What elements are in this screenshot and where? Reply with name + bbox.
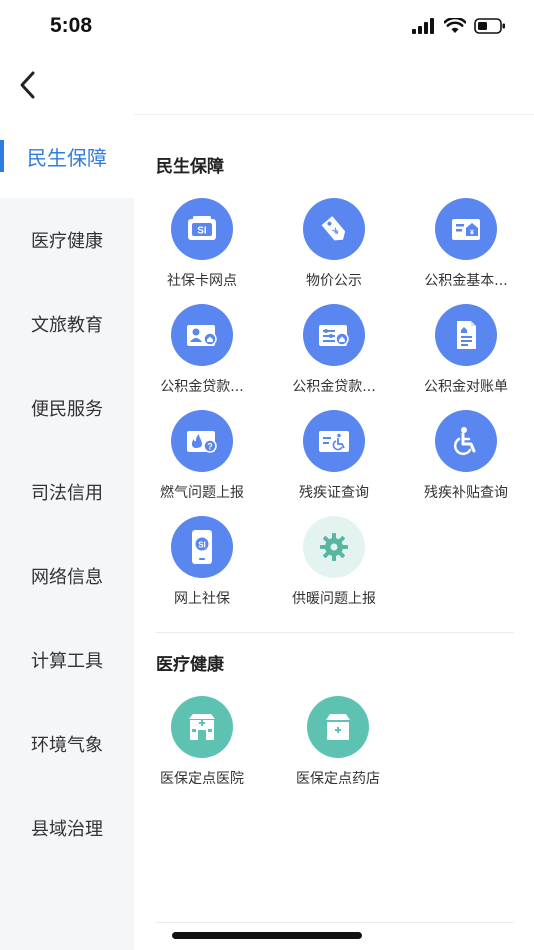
tile-label: 社保卡网点 — [167, 273, 237, 289]
fund-statement-icon — [435, 304, 497, 366]
wheelchair-icon — [435, 410, 497, 472]
social-security-card-icon: SI — [171, 198, 233, 260]
sidebar-item-county-governance[interactable]: 县域治理 — [0, 786, 134, 870]
section-title-medical: 医疗健康 — [156, 655, 224, 675]
tile-label: 网上社保 — [174, 591, 230, 607]
tile-fund-loan-1[interactable]: 公积金贷款... — [134, 304, 270, 396]
svg-text:¥: ¥ — [470, 230, 474, 237]
svg-text:?: ? — [207, 442, 213, 452]
home-indicator[interactable] — [172, 932, 362, 939]
section-title-livelihood: 民生保障 — [156, 157, 224, 177]
sidebar-item-judicial-credit[interactable]: 司法信用 — [0, 450, 134, 534]
tile-insured-pharmacy[interactable]: 医保定点药店 — [270, 696, 406, 788]
tile-fund-basic[interactable]: ¥ 公积金基本... — [398, 198, 534, 290]
tile-label: 医保定点药店 — [296, 771, 380, 787]
tile-fund-statement[interactable]: 公积金对账单 — [398, 304, 534, 396]
section-divider — [156, 632, 514, 633]
tile-disability-subsidy-query[interactable]: 残疾补贴查询 — [398, 410, 534, 502]
sidebar-item-livelihood[interactable]: 民生保障 — [0, 114, 134, 198]
tile-label: 供暖问题上报 — [292, 591, 376, 607]
tile-price-notice[interactable]: ¥ 物价公示 — [266, 198, 402, 290]
sidebar-item-convenience[interactable]: 便民服务 — [0, 366, 134, 450]
tile-label: 物价公示 — [306, 273, 362, 289]
tile-social-security-outlets[interactable]: SI 社保卡网点 — [134, 198, 270, 290]
status-bar: 5:08 — [0, 0, 534, 56]
tile-fund-loan-2[interactable]: 公积金贷款... — [266, 304, 402, 396]
nav-bar — [0, 56, 534, 115]
sidebar-item-network-info[interactable]: 网络信息 — [0, 534, 134, 618]
tile-label: 燃气问题上报 — [160, 485, 244, 501]
tile-label: 公积金贷款... — [160, 379, 244, 395]
tile-label: 公积金基本... — [424, 273, 508, 289]
disability-card-icon — [303, 410, 365, 472]
sidebar-item-calc-tools[interactable]: 计算工具 — [0, 618, 134, 702]
mobile-social-security-icon: SI — [171, 516, 233, 578]
svg-text:SI: SI — [198, 541, 206, 550]
bottom-divider — [156, 922, 514, 923]
tile-label: 残疾补贴查询 — [424, 485, 508, 501]
tile-insured-hospital[interactable]: 医保定点医院 — [134, 696, 270, 788]
category-sidebar: 民生保障 医疗健康 文旅教育 便民服务 司法信用 网络信息 计算工具 环境气象 … — [0, 114, 134, 950]
cellular-signal-icon — [412, 18, 434, 34]
svg-text:SI: SI — [197, 226, 207, 237]
fund-loan-settings-icon — [303, 304, 365, 366]
sidebar-item-medical[interactable]: 医疗健康 — [0, 198, 134, 282]
back-button[interactable] — [14, 68, 44, 102]
tile-label: 残疾证查询 — [299, 485, 369, 501]
tile-online-social-security[interactable]: SI 网上社保 — [134, 516, 270, 608]
battery-icon — [474, 18, 505, 34]
fund-info-card-icon: ¥ — [435, 198, 497, 260]
fund-loan-person-icon — [171, 304, 233, 366]
wifi-icon — [444, 18, 466, 33]
tile-disability-card-query[interactable]: 残疾证查询 — [266, 410, 402, 502]
tile-gas-report[interactable]: ? 燃气问题上报 — [134, 410, 270, 502]
tile-label: 公积金贷款... — [292, 379, 376, 395]
gas-question-icon: ? — [171, 410, 233, 472]
chevron-left-icon — [20, 71, 35, 99]
tile-label: 公积金对账单 — [424, 379, 508, 395]
price-tag-icon: ¥ — [303, 198, 365, 260]
status-icons — [412, 18, 506, 34]
hospital-icon — [171, 696, 233, 758]
sidebar-item-environment-weather[interactable]: 环境气象 — [0, 702, 134, 786]
pharmacy-icon — [307, 696, 369, 758]
status-time: 5:08 — [50, 14, 93, 37]
tile-label: 医保定点医院 — [160, 771, 244, 787]
gear-icon — [303, 516, 365, 578]
service-content: 民生保障 SI 社保卡网点 ¥ 物价公示 ¥ 公积金基本... 公积金贷款...… — [134, 114, 534, 950]
sidebar-item-culture-education[interactable]: 文旅教育 — [0, 282, 134, 366]
tile-heating-report[interactable]: 供暖问题上报 — [266, 516, 402, 608]
